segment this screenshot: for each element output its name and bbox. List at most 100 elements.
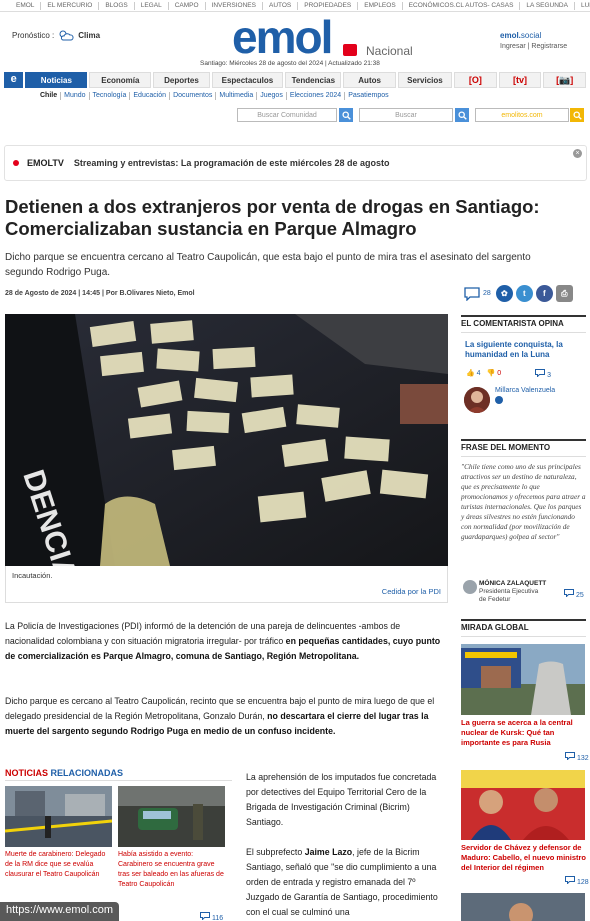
logo-red-mark xyxy=(343,44,357,56)
tab-autos[interactable]: Autos xyxy=(343,72,396,88)
photo-caption: Incautación. xyxy=(12,571,53,580)
dislike-count[interactable]: 👎 0 xyxy=(487,369,502,379)
top-link[interactable]: LEGAL xyxy=(135,1,169,10)
global-image-3[interactable] xyxy=(461,893,585,921)
tab-deportes[interactable]: Deportes xyxy=(153,72,210,88)
global-image-1[interactable] xyxy=(461,644,585,715)
top-link[interactable]: EMOL xyxy=(10,1,42,10)
global-comment-count-2[interactable]: 128 xyxy=(565,876,589,886)
emoltv-banner[interactable]: EMOLTV Streaming y entrevistas: La progr… xyxy=(4,145,587,181)
forecast: Pronóstico : Clima xyxy=(12,30,100,41)
close-icon[interactable]: × xyxy=(573,149,582,158)
comment-icon xyxy=(565,876,575,885)
top-link[interactable]: LA SEGUNDA xyxy=(520,1,575,10)
subnav-item[interactable]: Mundo xyxy=(61,92,90,100)
print-icon[interactable]: ⎙ xyxy=(555,285,573,302)
quote-author-avatar xyxy=(463,580,477,594)
tab-servicios[interactable]: Servicios xyxy=(397,72,453,88)
search-button[interactable] xyxy=(570,108,584,122)
related-comment-count[interactable]: 116 xyxy=(200,912,223,921)
paragraph-1: La Policía de Investigaciones (PDI) info… xyxy=(5,621,441,661)
top-link[interactable]: LUN xyxy=(575,2,590,10)
global-title-2[interactable]: Servidor de Chávez y defensor de Maduro:… xyxy=(461,843,586,873)
facebook-icon[interactable]: f xyxy=(535,285,553,302)
related-image-2[interactable] xyxy=(118,786,225,847)
tab-espectaculos[interactable]: Espectaculos xyxy=(211,72,284,88)
related-title-1[interactable]: Muerte de carabinero: Delegado de la RM … xyxy=(5,850,115,880)
subnav-item[interactable]: Chile xyxy=(40,92,62,100)
global-comment-count-1[interactable]: 132 xyxy=(565,752,589,762)
tab-noticias[interactable]: Noticias xyxy=(25,72,88,88)
search-icon xyxy=(572,110,582,120)
divider xyxy=(5,780,232,781)
live-dot-icon xyxy=(13,160,19,166)
comment-count[interactable]: 28 xyxy=(483,290,491,297)
related-heading: NOTICIAS RELACIONADAS xyxy=(5,768,124,778)
quote-heading: FRASE DEL MOMENTO xyxy=(461,439,586,457)
article-photo[interactable]: DENCIA xyxy=(5,314,448,566)
article-title: Detienen a dos extranjeros por venta de … xyxy=(5,196,540,239)
quote-author: MÓNICA ZALAQUETT Presidenta Ejecutiva de… xyxy=(479,580,547,603)
forecast-label: Pronóstico : xyxy=(12,31,55,40)
subnav-item[interactable]: Multimedia xyxy=(216,92,258,100)
top-link[interactable]: ECONÓMICOS.CL AUTOS- CASAS xyxy=(403,1,521,10)
social-word[interactable]: social xyxy=(521,31,541,40)
radio-icon[interactable]: [O] xyxy=(454,72,497,88)
paragraph-4: El subprefecto Jaime Lazo, jefe de la Bi… xyxy=(246,847,438,917)
quote-text: "Chile tiene como uno de sus principales… xyxy=(461,462,586,541)
subnav-item[interactable]: Tecnología xyxy=(90,92,131,100)
community-search-input[interactable]: Buscar Comunidad xyxy=(237,108,337,122)
top-link[interactable]: PROPIEDADES xyxy=(298,1,359,10)
social-brand[interactable]: emol. xyxy=(500,31,521,40)
top-link[interactable]: INVERSIONES xyxy=(206,1,263,10)
news-search-input[interactable]: Buscar xyxy=(359,108,453,122)
subnav-item[interactable]: Educación xyxy=(130,92,171,100)
camera-icon[interactable]: [📷] xyxy=(543,72,587,88)
status-url: https://www.emol.com xyxy=(0,902,119,921)
section-name: Nacional xyxy=(366,44,413,58)
top-link[interactable]: EMPLEOS xyxy=(358,1,403,10)
author-name[interactable]: Millarca Valenzuela xyxy=(495,387,555,404)
banner-text[interactable]: Streaming y entrevistas: La programación… xyxy=(74,158,390,168)
comment-icon xyxy=(564,589,574,598)
paragraph-3: La aprehensión de los imputados fue conc… xyxy=(246,772,437,827)
related-image-1[interactable] xyxy=(5,786,112,847)
comment-icon xyxy=(535,369,546,378)
drug-seizure-image: DENCIA xyxy=(5,314,448,566)
tv-icon[interactable]: [tv] xyxy=(498,72,542,88)
related-title-2[interactable]: Había asistido a evento: Carabinero se e… xyxy=(118,850,228,890)
columnist-heading: EL COMENTARISTA OPINA xyxy=(461,315,586,333)
columnist-title[interactable]: La siguiente conquista, la humanidad en … xyxy=(465,340,580,360)
community-share-icon[interactable]: ✿ xyxy=(495,285,513,302)
twitter-icon[interactable]: t xyxy=(515,285,533,302)
author-avatar[interactable] xyxy=(464,387,490,413)
top-link[interactable]: BLOGS xyxy=(99,1,135,10)
search-button[interactable] xyxy=(455,108,469,122)
tab-tendencias[interactable]: Tendencias xyxy=(285,72,342,88)
column-comment-count[interactable]: 3 xyxy=(535,369,551,379)
search-button[interactable] xyxy=(339,108,353,122)
forecast-link[interactable]: Clima xyxy=(78,31,100,40)
banner-label: EMOLTV xyxy=(27,158,64,168)
tab-economia[interactable]: Economía xyxy=(89,72,152,88)
share-bar: 28 ✿ t f ⎙ xyxy=(464,285,573,302)
subnav-item[interactable]: Pasatiempos xyxy=(345,92,391,100)
photo-caption-box: Incautación. Cedida por la PDI xyxy=(5,566,448,603)
home-icon[interactable]: e xyxy=(4,72,24,88)
comment-icon[interactable] xyxy=(464,286,480,301)
global-title-1[interactable]: La guerra se acerca a la central nuclear… xyxy=(461,718,586,748)
login-links[interactable]: Ingresar | Registrarse xyxy=(500,43,567,50)
subnav-item[interactable]: Elecciones 2024 xyxy=(287,92,346,100)
article-byline: 28 de Agosto de 2024 | 14:45 | Por B.Oli… xyxy=(5,290,195,297)
global-image-2[interactable] xyxy=(461,770,585,840)
top-link[interactable]: EL MERCURIO xyxy=(41,1,100,10)
subnav-item[interactable]: Documentos xyxy=(170,92,217,100)
like-count[interactable]: 👍 4 xyxy=(466,369,481,379)
subnav-item[interactable]: Juegos xyxy=(257,92,287,100)
top-link[interactable]: AUTOS xyxy=(263,1,299,10)
quote-comment-count[interactable]: 25 xyxy=(564,589,584,599)
emolitos-search-input[interactable]: emolitos.com xyxy=(475,108,569,122)
photo-credit: Cedida por la PDI xyxy=(381,587,441,596)
top-link[interactable]: CAMPO xyxy=(169,1,206,10)
emol-logo[interactable]: emol xyxy=(232,14,333,60)
